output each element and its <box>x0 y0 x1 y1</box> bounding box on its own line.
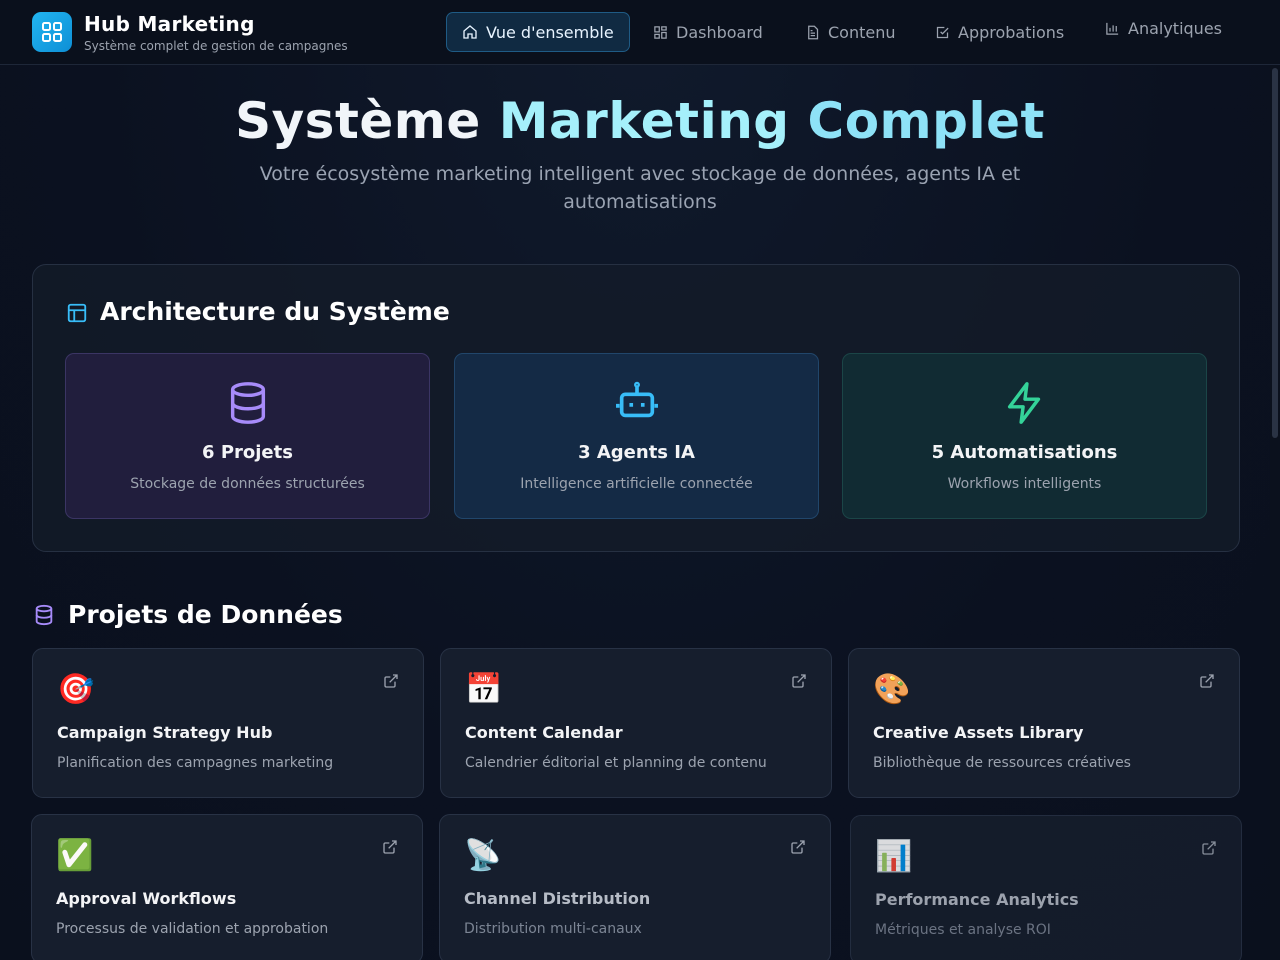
nav-tab-dashboard[interactable]: Dashboard <box>638 12 778 52</box>
hero-title: Système Marketing Complet <box>0 92 1280 150</box>
project-description: Planification des campagnes marketing <box>57 755 334 771</box>
top-navigation-bar: Hub Marketing Système complet de gestion… <box>0 0 1280 65</box>
layout-icon <box>67 303 87 323</box>
external-link-icon[interactable] <box>382 839 398 855</box>
external-link-icon[interactable] <box>1199 673 1215 689</box>
architecture-card-description: Workflows intelligents <box>947 476 1102 492</box>
project-name: Performance Analytics <box>875 890 1079 909</box>
project-name: Content Calendar <box>465 723 623 742</box>
app-subtitle: Système complet de gestion de campagnes <box>84 39 348 53</box>
project-card-creative-assets[interactable]: 🎨 Creative Assets Library Bibliothèque d… <box>848 648 1240 798</box>
nav-tab-approvals[interactable]: Approbations <box>920 12 1079 52</box>
external-link-icon[interactable] <box>791 673 807 689</box>
target-icon: 🎯 <box>57 672 95 707</box>
architecture-card-automations[interactable]: 5 Automatisations Workflows intelligents <box>842 353 1207 519</box>
app-title: Hub Marketing <box>84 12 255 36</box>
architecture-title: Architecture du Système <box>100 297 450 326</box>
project-card-campaign-strategy[interactable]: 🎯 Campaign Strategy Hub Planification de… <box>32 648 424 798</box>
nav-tab-content[interactable]: Contenu <box>790 12 911 52</box>
nav-tab-label: Vue d'ensemble <box>486 22 614 42</box>
nav-tab-label: Analytiques <box>1128 18 1222 38</box>
home-icon <box>463 25 477 39</box>
bar-chart-icon <box>1106 22 1119 35</box>
satellite-dish-icon: 📡 <box>464 838 502 873</box>
nav-tab-label: Approbations <box>958 22 1065 42</box>
project-name: Approval Workflows <box>56 889 237 908</box>
project-description: Calendrier éditorial et planning de cont… <box>465 755 767 771</box>
hero-subtitle: Votre écosystème marketing intelligent a… <box>259 163 1021 213</box>
bar-chart-icon: 📊 <box>875 839 913 874</box>
nav-tab-analytics[interactable]: Analytiques <box>1090 8 1237 48</box>
hero-title-part1: Système <box>235 92 481 150</box>
grid-icon <box>654 25 667 39</box>
architecture-card-description: Stockage de données structurées <box>130 476 365 492</box>
architecture-card-label: 6 Projets <box>202 442 293 463</box>
document-icon <box>808 25 819 39</box>
check-square-icon <box>936 26 949 38</box>
nav-tab-overview[interactable]: Vue d'ensemble <box>446 12 630 52</box>
hero-title-part3: Complet <box>807 92 1045 150</box>
nav-tab-label: Contenu <box>828 22 896 42</box>
app-logo-grid-icon[interactable] <box>32 12 72 52</box>
project-card-performance-analytics[interactable]: 📊 Performance Analytics Métriques et ana… <box>850 815 1242 960</box>
external-link-icon[interactable] <box>790 839 806 855</box>
check-mark-icon: ✅ <box>56 838 94 873</box>
lightning-icon <box>1007 382 1040 424</box>
project-description: Distribution multi-canaux <box>464 921 642 937</box>
architecture-card-agents[interactable]: 3 Agents IA Intelligence artificielle co… <box>454 353 819 519</box>
architecture-card-label: 3 Agents IA <box>578 442 695 463</box>
project-description: Bibliothèque de ressources créatives <box>873 755 1131 771</box>
nav-tab-label: Dashboard <box>676 22 763 42</box>
project-description: Métriques et analyse ROI <box>875 922 1051 938</box>
architecture-card-projects[interactable]: 6 Projets Stockage de données structurée… <box>65 353 430 519</box>
architecture-card-description: Intelligence artificielle connectée <box>520 476 753 492</box>
project-card-approval-workflows[interactable]: ✅ Approval Workflows Processus de valida… <box>31 814 423 960</box>
external-link-icon[interactable] <box>383 673 399 689</box>
external-link-icon[interactable] <box>1201 840 1217 856</box>
palette-icon: 🎨 <box>873 672 911 707</box>
project-description: Processus de validation et approbation <box>56 921 329 937</box>
projects-title: Projets de Données <box>68 600 343 629</box>
project-name: Campaign Strategy Hub <box>57 723 273 742</box>
database-icon <box>35 604 53 626</box>
project-card-channel-distribution[interactable]: 📡 Channel Distribution Distribution mult… <box>439 814 831 960</box>
architecture-card-label: 5 Automatisations <box>931 442 1118 463</box>
project-name: Creative Assets Library <box>873 723 1084 742</box>
scrollbar-thumb[interactable] <box>1272 68 1278 438</box>
calendar-icon: 📅 <box>465 672 503 707</box>
project-name: Channel Distribution <box>464 889 651 908</box>
project-card-content-calendar[interactable]: 📅 Content Calendar Calendrier éditorial … <box>440 648 832 798</box>
database-icon <box>230 382 265 424</box>
hero-title-part2: Marketing <box>498 92 790 150</box>
robot-icon <box>615 381 658 418</box>
